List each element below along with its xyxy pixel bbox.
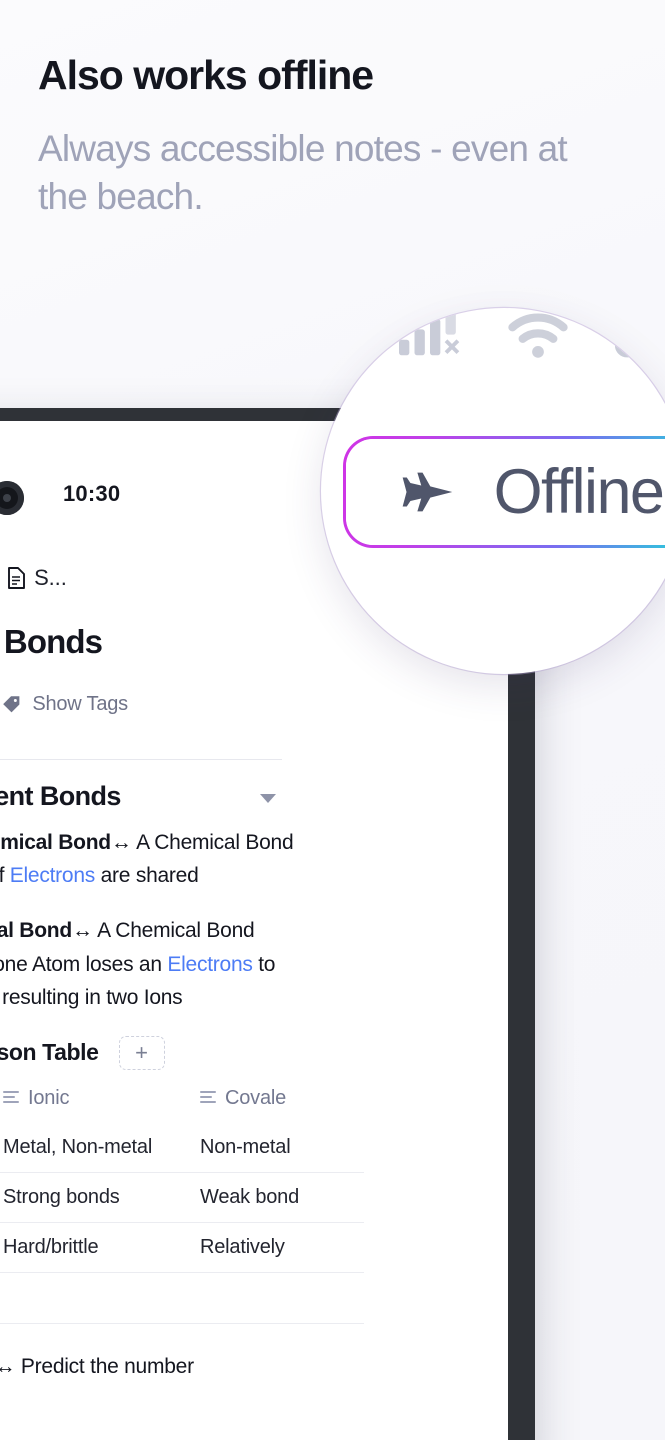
- list-item: Covalent Chemical Bond↔ A Chemical Bond …: [0, 826, 508, 892]
- magnifier-lens: Offline: [321, 308, 665, 674]
- table-row: Property Ionic Covale: [0, 1074, 364, 1123]
- table-row: Hardness Hard/brittle Relatively: [0, 1223, 364, 1273]
- table-header-row: Comparison Table +: [0, 1035, 508, 1070]
- table-cell[interactable]: Weak bond: [196, 1173, 364, 1222]
- text-lines-icon: [3, 1090, 19, 1106]
- table-title: Comparison Table: [0, 1039, 99, 1066]
- entity-link[interactable]: Electrons: [10, 864, 96, 887]
- bullet-text-after: are shared: [95, 864, 199, 888]
- document-actions: Add Sources Show Tags: [0, 693, 128, 716]
- camera-punch-hole: [0, 481, 24, 515]
- bullet-arrow: ↔: [110, 831, 132, 854]
- comparison-table: Property Ionic Covale: [0, 1074, 364, 1324]
- bullet-arrow: ↔: [0, 1354, 16, 1378]
- table-column-header[interactable]: Ionic: [0, 1074, 196, 1123]
- magnifier-callout: Offline: [321, 308, 665, 674]
- breadcrumb-item[interactable]: S...: [7, 565, 67, 591]
- offline-label: Offline: [493, 457, 665, 527]
- table-cell[interactable]: Metal, Non-metal: [0, 1123, 196, 1172]
- table-cell[interactable]: Strong bonds: [0, 1173, 196, 1222]
- section-heading: Ionic & Covalent Bonds: [0, 781, 121, 811]
- document-content: Ionic & Covalent Bonds Covalent Chemical…: [0, 781, 508, 1383]
- table-cell[interactable]: Non-metal: [196, 1123, 364, 1172]
- column-label: Covale: [225, 1086, 287, 1109]
- add-column-button[interactable]: +: [118, 1035, 165, 1070]
- bullet-tail-text: Predict the number: [15, 1354, 194, 1378]
- status-time: 10:30: [63, 481, 121, 506]
- bullet-text: Ionic Chemical Bond↔ A Chemical Bond for…: [0, 914, 299, 1014]
- chevron-down-icon[interactable]: [260, 794, 276, 803]
- table-cell[interactable]: Hard/brittle: [0, 1223, 196, 1272]
- list-item: Bonds count↔ Predict the number: [0, 1350, 508, 1383]
- magnified-status-icons: [399, 308, 665, 358]
- entity-link[interactable]: Electrons: [167, 953, 253, 976]
- airplane-icon: [402, 472, 452, 512]
- table-column-header[interactable]: Covale: [196, 1074, 364, 1123]
- title-divider: [0, 759, 282, 760]
- text-lines-icon: [200, 1090, 216, 1106]
- section-body: Covalent Chemical Bond↔ A Chemical Bond …: [0, 826, 508, 1383]
- bullet-arrow: ↔: [71, 919, 93, 943]
- battery-icon: [615, 316, 665, 358]
- bullet-term: Covalent Chemical Bond: [0, 831, 111, 854]
- signal-off-icon: [399, 308, 460, 356]
- breadcrumb: Title / S...: [0, 565, 374, 591]
- bullet-text: Covalent Chemical Bond↔ A Chemical Bond …: [0, 826, 299, 892]
- page-subtitle: Always accessible notes - even at the be…: [38, 128, 568, 218]
- column-label: Ionic: [28, 1086, 70, 1109]
- show-tags-label: Show Tags: [32, 693, 128, 715]
- document-icon: [8, 567, 26, 589]
- show-tags-button[interactable]: Show Tags: [1, 693, 128, 716]
- table-add-row: +: [0, 1273, 364, 1324]
- breadcrumb-label: S...: [34, 565, 67, 590]
- bullet-text: Bonds count↔ Predict the number: [0, 1350, 194, 1383]
- bullet-term: Ionic Chemical Bond: [0, 919, 72, 943]
- tag-icon: [3, 696, 20, 713]
- table-row: Bond type Strong bonds Weak bond: [0, 1173, 364, 1223]
- magnified-offline-badge[interactable]: Offline: [343, 436, 665, 548]
- page-title: Also works offline: [38, 52, 374, 98]
- document-title: Chemistry - Bonds: [0, 623, 103, 660]
- section-heading-row: Ionic & Covalent Bonds: [0, 781, 508, 812]
- promo-block: Also works offline Always accessible not…: [38, 52, 638, 221]
- wifi-icon: [508, 313, 568, 358]
- list-item: Ionic Chemical Bond↔ A Chemical Bond for…: [0, 914, 508, 1014]
- table-cell[interactable]: Relatively: [196, 1223, 364, 1272]
- table-row: Material Metal, Non-metal Non-metal: [0, 1123, 364, 1173]
